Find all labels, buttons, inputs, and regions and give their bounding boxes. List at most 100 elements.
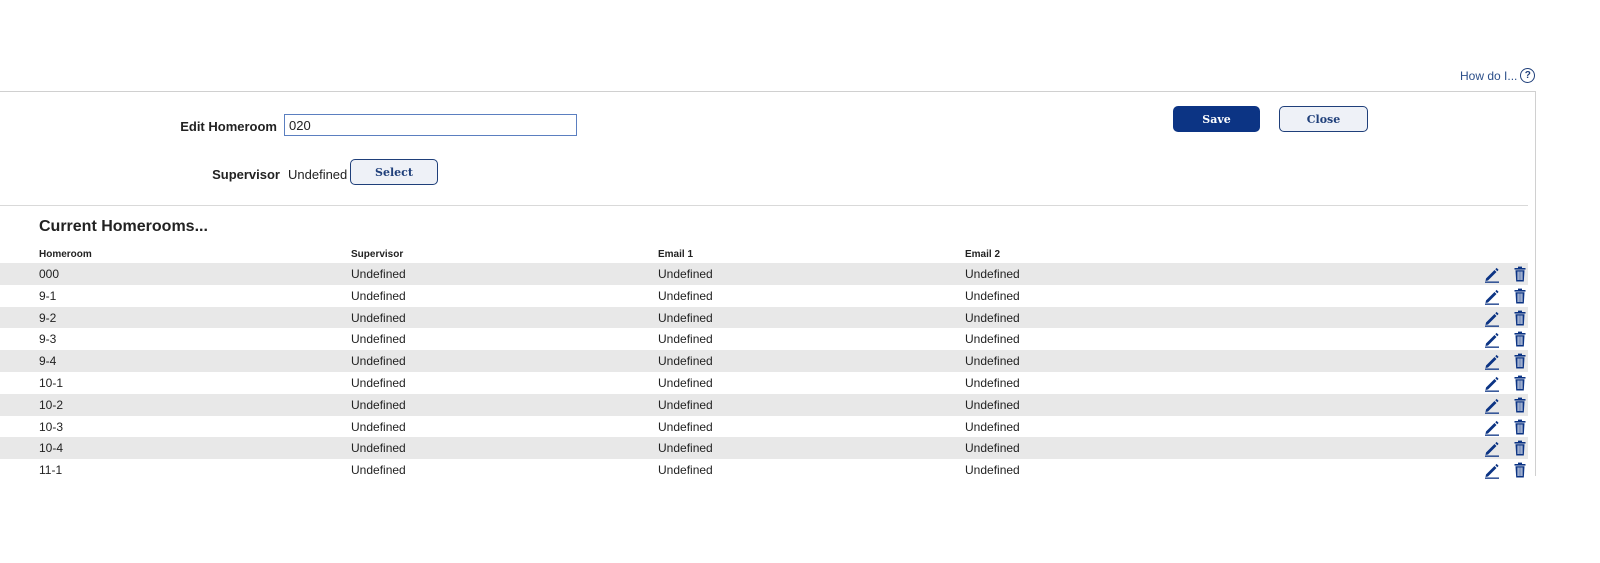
- section-title: Current Homerooms...: [39, 218, 208, 235]
- homeroom-editor: How do I... ? Edit Homeroom Supervisor U…: [0, 0, 1600, 563]
- delete-trash-icon[interactable]: [1511, 287, 1529, 305]
- cell-email-1: Undefined: [658, 463, 713, 478]
- cell-supervisor: Undefined: [351, 397, 406, 412]
- cell-email-2: Undefined: [965, 332, 1020, 347]
- delete-trash-icon[interactable]: [1511, 439, 1529, 457]
- cell-supervisor: Undefined: [351, 310, 406, 325]
- cell-email-2: Undefined: [965, 310, 1020, 325]
- edit-pencil-icon[interactable]: [1483, 418, 1501, 436]
- table-row[interactable]: 10-1 Undefined Undefined Undefined: [0, 372, 1528, 394]
- edit-homeroom-label: Edit Homeroom: [180, 119, 277, 134]
- table-row[interactable]: 11-1 Undefined Undefined Undefined: [0, 459, 1528, 481]
- table-header: Homeroom Supervisor Email 1 Email 2: [0, 249, 1528, 261]
- cell-supervisor: Undefined: [351, 332, 406, 347]
- edit-pencil-icon[interactable]: [1483, 352, 1501, 370]
- cell-homeroom: 10-2: [39, 397, 64, 412]
- cell-email-2: Undefined: [965, 375, 1020, 390]
- cell-supervisor: Undefined: [351, 463, 406, 478]
- cell-homeroom: 10-4: [39, 441, 64, 456]
- row-actions: [1483, 287, 1529, 305]
- cell-homeroom: 9-3: [39, 332, 57, 347]
- cell-homeroom: 9-2: [39, 310, 57, 325]
- row-actions: [1483, 265, 1529, 283]
- table-row[interactable]: 9-1 Undefined Undefined Undefined: [0, 285, 1528, 307]
- cell-homeroom: 9-4: [39, 354, 57, 369]
- edit-pencil-icon[interactable]: [1483, 330, 1501, 349]
- cell-email-1: Undefined: [658, 375, 713, 390]
- cell-email-1: Undefined: [658, 267, 713, 281]
- delete-trash-icon[interactable]: [1511, 461, 1529, 479]
- edit-pencil-icon[interactable]: [1483, 439, 1501, 458]
- cell-email-2: Undefined: [965, 288, 1020, 303]
- column-header-homeroom[interactable]: Homeroom: [39, 249, 92, 260]
- how-do-i-link[interactable]: How do I... ?: [1460, 68, 1536, 83]
- close-button[interactable]: Close: [1279, 106, 1368, 132]
- cell-email-1: Undefined: [658, 354, 713, 369]
- homeroom-input[interactable]: [284, 114, 577, 136]
- edit-pencil-icon[interactable]: [1483, 374, 1501, 392]
- delete-trash-icon[interactable]: [1511, 352, 1529, 370]
- cell-homeroom: 000: [39, 267, 60, 281]
- row-actions: [1483, 309, 1529, 327]
- select-supervisor-button[interactable]: Select: [350, 159, 438, 185]
- row-actions: [1483, 374, 1529, 392]
- cell-email-1: Undefined: [658, 397, 713, 412]
- edit-pencil-icon[interactable]: [1483, 309, 1501, 327]
- row-actions: [1483, 352, 1529, 370]
- delete-trash-icon[interactable]: [1511, 396, 1529, 414]
- cell-email-2: Undefined: [965, 267, 1020, 281]
- cell-homeroom: 10-1: [39, 375, 64, 390]
- how-do-i-label: How do I...: [1460, 68, 1518, 83]
- delete-trash-icon[interactable]: [1511, 418, 1529, 436]
- column-header-email-1[interactable]: Email 1: [658, 249, 693, 260]
- delete-trash-icon[interactable]: [1511, 309, 1529, 327]
- edit-pencil-icon[interactable]: [1483, 287, 1501, 305]
- cell-email-1: Undefined: [658, 441, 713, 456]
- table-row[interactable]: 9-3 Undefined Undefined Undefined: [0, 328, 1528, 350]
- edit-pencil-icon[interactable]: [1483, 265, 1501, 283]
- cell-homeroom: 11-1: [39, 463, 63, 478]
- cell-email-2: Undefined: [965, 419, 1020, 434]
- cell-email-2: Undefined: [965, 441, 1020, 456]
- row-actions: [1483, 396, 1529, 414]
- table-row[interactable]: 10-3 Undefined Undefined Undefined: [0, 416, 1528, 438]
- supervisor-value: Undefined: [288, 167, 348, 182]
- cell-supervisor: Undefined: [351, 375, 406, 390]
- table-row[interactable]: 10-4 Undefined Undefined Undefined: [0, 437, 1529, 460]
- cell-email-1: Undefined: [658, 288, 713, 303]
- column-header-supervisor[interactable]: Supervisor: [351, 249, 403, 260]
- cell-homeroom: 9-1: [39, 288, 57, 303]
- save-button[interactable]: Save: [1173, 106, 1260, 132]
- help-icon[interactable]: ?: [1520, 68, 1536, 83]
- delete-trash-icon[interactable]: [1511, 374, 1529, 392]
- table-row[interactable]: 10-2 Undefined Undefined Undefined: [0, 393, 1529, 416]
- cell-supervisor: Undefined: [351, 267, 406, 281]
- edit-panel: Edit Homeroom Supervisor Undefined Selec…: [0, 91, 1536, 479]
- cell-supervisor: Undefined: [351, 441, 406, 456]
- cell-email-2: Undefined: [965, 354, 1020, 369]
- table-row[interactable]: 9-4 Undefined Undefined Undefined: [0, 350, 1528, 372]
- column-header-email-2[interactable]: Email 2: [965, 249, 1000, 260]
- row-actions: [1483, 418, 1529, 436]
- cell-email-2: Undefined: [965, 463, 1020, 478]
- cell-email-1: Undefined: [658, 310, 713, 325]
- delete-trash-icon[interactable]: [1511, 330, 1529, 348]
- homeroom-table-body: 000 Undefined Undefined Undefined 9-1 Undefin…: [0, 263, 1528, 481]
- cell-supervisor: Undefined: [351, 419, 406, 434]
- edit-pencil-icon[interactable]: [1483, 396, 1501, 414]
- row-actions: [1483, 330, 1529, 349]
- supervisor-label: Supervisor: [212, 167, 280, 182]
- table-row[interactable]: 9-2 Undefined Undefined Undefined: [0, 306, 1529, 329]
- cell-supervisor: Undefined: [351, 354, 406, 369]
- divider: [0, 205, 1528, 206]
- edit-pencil-icon[interactable]: [1483, 461, 1501, 479]
- cell-email-1: Undefined: [658, 419, 713, 434]
- row-actions: [1483, 461, 1529, 479]
- table-row[interactable]: 000 Undefined Undefined Undefined: [0, 263, 1528, 285]
- cell-supervisor: Undefined: [351, 288, 406, 303]
- delete-trash-icon[interactable]: [1511, 265, 1529, 283]
- cell-homeroom: 10-3: [39, 419, 64, 434]
- cell-email-2: Undefined: [965, 397, 1020, 412]
- cell-email-1: Undefined: [658, 332, 713, 347]
- row-actions: [1483, 439, 1529, 458]
